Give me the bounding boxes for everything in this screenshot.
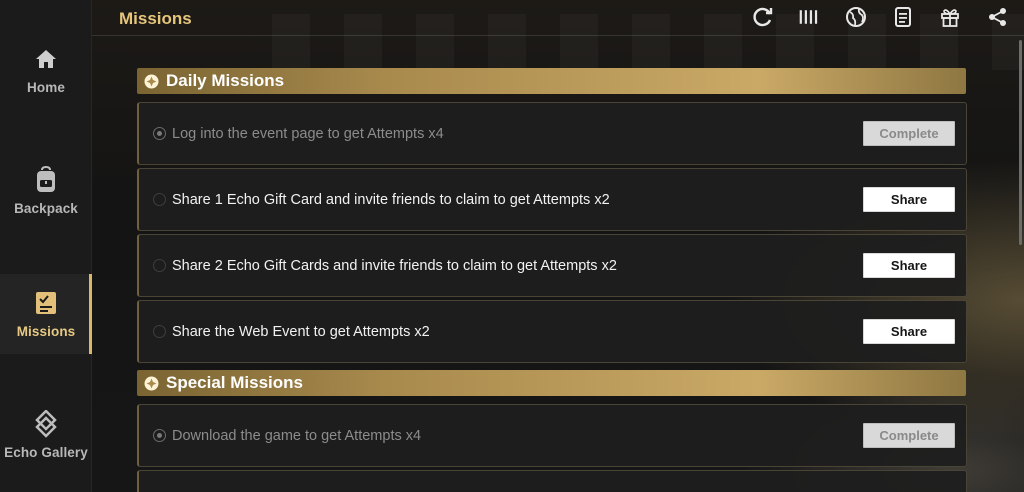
menu-bars-icon[interactable] bbox=[798, 6, 820, 28]
complete-button[interactable]: Complete bbox=[863, 121, 955, 146]
share-button[interactable]: Share bbox=[863, 187, 955, 212]
section-title: Special Missions bbox=[166, 373, 303, 392]
mission-text: Share 2 Echo Gift Cards and invite frien… bbox=[172, 257, 617, 274]
sidebar-item-echo-gallery[interactable]: Echo Gallery bbox=[0, 395, 92, 475]
mission-row: Share 2 Echo Gift Cards and invite frien… bbox=[137, 234, 967, 297]
home-icon bbox=[33, 46, 59, 72]
mission-row: Share 1 Echo Gift Card and invite friend… bbox=[137, 168, 967, 231]
mission-status-radio bbox=[153, 127, 166, 140]
mission-row: Download the game to get Attempts x4 Com… bbox=[137, 404, 967, 467]
mission-text: Log into the event page to get Attempts … bbox=[172, 125, 444, 142]
share-button[interactable]: Share bbox=[863, 319, 955, 344]
sidebar-item-label: Echo Gallery bbox=[4, 444, 88, 460]
complete-button[interactable]: Complete bbox=[863, 423, 955, 448]
mission-row: Log into the event page to get Attempts … bbox=[137, 102, 967, 165]
sidebar-item-backpack[interactable]: Backpack bbox=[0, 151, 92, 231]
diamond-icon bbox=[144, 74, 159, 89]
sidebar-item-label: Backpack bbox=[14, 200, 78, 216]
special-missions-header: Special Missions bbox=[137, 370, 966, 396]
mission-status-radio bbox=[153, 325, 166, 338]
gift-icon[interactable] bbox=[939, 6, 961, 28]
missions-icon bbox=[33, 290, 59, 316]
mission-text: Share 1 Echo Gift Card and invite friend… bbox=[172, 191, 610, 208]
section-title: Daily Missions bbox=[166, 71, 285, 90]
share-button[interactable]: Share bbox=[863, 253, 955, 278]
daily-missions-header: Daily Missions bbox=[137, 68, 966, 94]
page-title: Missions bbox=[119, 9, 192, 28]
backpack-icon bbox=[33, 165, 59, 193]
sidebar-item-label: Missions bbox=[16, 323, 76, 339]
mission-row: Share the Web Event to get Attempts x2 S… bbox=[137, 300, 967, 363]
share-icon[interactable] bbox=[987, 6, 1009, 28]
globe-icon[interactable] bbox=[845, 6, 867, 28]
mission-text: Share the Web Event to get Attempts x2 bbox=[172, 323, 430, 340]
top-bar: Missions bbox=[92, 0, 1024, 36]
echo-gallery-icon bbox=[33, 409, 59, 438]
refresh-icon[interactable] bbox=[752, 6, 774, 28]
sidebar-item-home[interactable]: Home bbox=[0, 30, 92, 110]
sidebar-item-label: Home bbox=[27, 79, 65, 95]
main-content: Missions Daily Missions Log into the eve… bbox=[92, 0, 1024, 492]
scrollbar[interactable] bbox=[1019, 40, 1022, 245]
mission-status-radio bbox=[153, 429, 166, 442]
sidebar-item-missions[interactable]: Missions bbox=[0, 274, 92, 354]
mission-text: Download the game to get Attempts x4 bbox=[172, 427, 422, 444]
sidebar: Home Backpack Missions Echo Gallery bbox=[0, 0, 92, 492]
notes-icon[interactable] bbox=[892, 6, 914, 28]
diamond-icon bbox=[144, 376, 159, 391]
mission-status-radio bbox=[153, 259, 166, 272]
mission-status-radio bbox=[153, 193, 166, 206]
mission-row-partial bbox=[137, 470, 967, 492]
